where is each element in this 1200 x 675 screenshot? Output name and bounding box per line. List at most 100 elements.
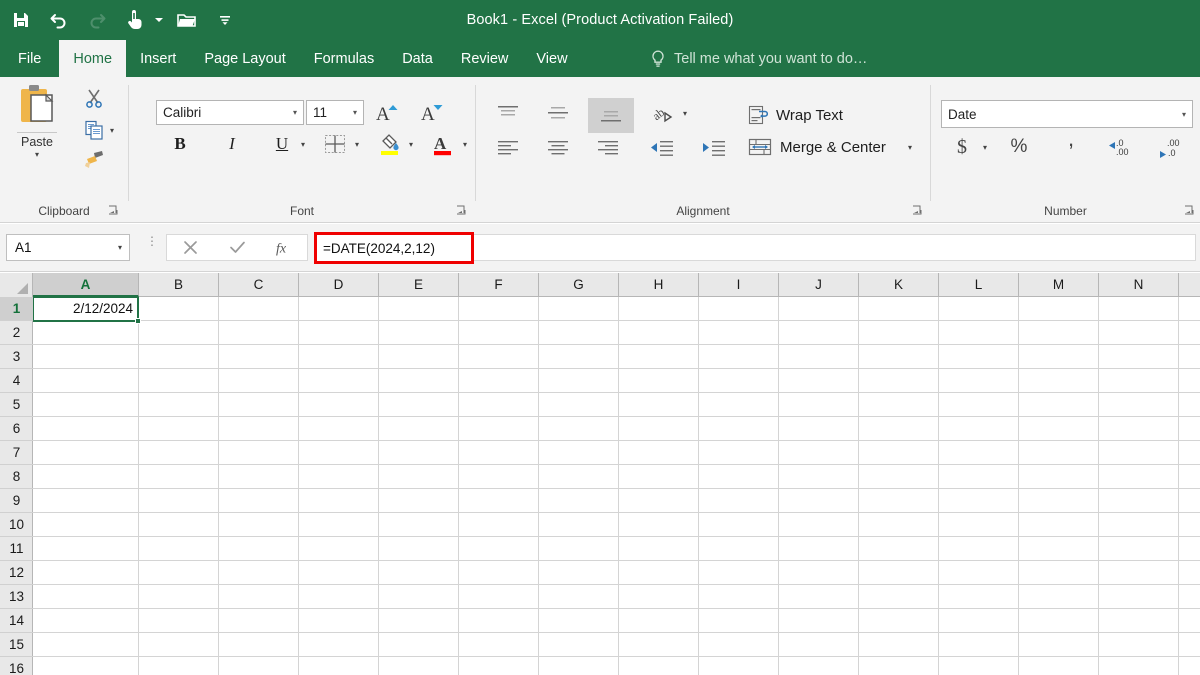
orientation-caret-icon[interactable]: ▾ bbox=[678, 98, 692, 128]
tab-review[interactable]: Review bbox=[447, 40, 523, 77]
tab-data[interactable]: Data bbox=[388, 40, 447, 77]
font-color-caret-icon[interactable]: ▾ bbox=[458, 129, 472, 159]
column-header-d[interactable]: D bbox=[299, 273, 379, 297]
tell-me-box[interactable]: Tell me what you want to do… bbox=[650, 40, 867, 77]
font-size-caret-icon[interactable]: ▾ bbox=[347, 108, 363, 117]
increase-font-size-button[interactable]: A bbox=[372, 99, 404, 127]
row-header-16[interactable]: 16 bbox=[0, 657, 33, 675]
row-header-11[interactable]: 11 bbox=[0, 537, 33, 561]
cell-area[interactable]: 2/12/2024 bbox=[33, 297, 1200, 675]
tab-file[interactable]: File bbox=[0, 40, 59, 77]
open-folder-icon[interactable] bbox=[170, 4, 204, 36]
insert-function-button[interactable]: fx bbox=[260, 235, 307, 260]
select-all-button[interactable] bbox=[0, 273, 33, 297]
row-header-12[interactable]: 12 bbox=[0, 561, 33, 585]
decrease-decimal-button[interactable]: .00.0 bbox=[1155, 132, 1191, 162]
row-header-2[interactable]: 2 bbox=[0, 321, 33, 345]
accounting-format-button[interactable]: $ bbox=[948, 132, 976, 162]
row-header-15[interactable]: 15 bbox=[0, 633, 33, 657]
row-header-9[interactable]: 9 bbox=[0, 489, 33, 513]
name-box[interactable]: A1 ▾ bbox=[6, 234, 130, 261]
alignment-dialog-launcher[interactable] bbox=[912, 205, 924, 217]
font-name-caret-icon[interactable]: ▾ bbox=[287, 108, 303, 117]
underline-caret-icon[interactable]: ▾ bbox=[296, 129, 310, 159]
borders-button[interactable] bbox=[320, 129, 350, 159]
wrap-text-button[interactable]: Wrap Text bbox=[748, 101, 902, 129]
tab-insert[interactable]: Insert bbox=[126, 40, 190, 77]
tab-view[interactable]: View bbox=[522, 40, 581, 77]
tab-home[interactable]: Home bbox=[59, 40, 127, 77]
enter-formula-button[interactable] bbox=[214, 235, 261, 260]
row-header-1[interactable]: 1 bbox=[0, 297, 33, 321]
orientation-button[interactable]: ab bbox=[648, 98, 678, 128]
underline-button[interactable]: U bbox=[268, 129, 296, 159]
column-header-l[interactable]: L bbox=[939, 273, 1019, 297]
formula-bar-grip[interactable]: ⋮ bbox=[146, 235, 158, 258]
row-header-8[interactable]: 8 bbox=[0, 465, 33, 489]
bottom-align-button[interactable] bbox=[588, 98, 634, 133]
touch-mouse-mode-icon[interactable] bbox=[118, 4, 152, 36]
cut-button[interactable] bbox=[80, 85, 108, 111]
font-color-button[interactable]: A bbox=[428, 129, 458, 159]
redo-icon[interactable] bbox=[80, 4, 114, 36]
number-format-combo[interactable]: Date ▾ bbox=[941, 100, 1193, 128]
column-header-k[interactable]: K bbox=[859, 273, 939, 297]
column-header-f[interactable]: F bbox=[459, 273, 539, 297]
copy-button[interactable] bbox=[80, 117, 108, 143]
fill-color-caret-icon[interactable]: ▾ bbox=[404, 129, 418, 159]
row-header-6[interactable]: 6 bbox=[0, 417, 33, 441]
font-name-combo[interactable]: Calibri ▾ bbox=[156, 100, 304, 125]
tab-formulas[interactable]: Formulas bbox=[300, 40, 388, 77]
align-left-button[interactable] bbox=[490, 133, 526, 163]
column-header-i[interactable]: I bbox=[699, 273, 779, 297]
formula-input[interactable]: =DATE(2024,2,12) bbox=[314, 232, 474, 264]
column-header-a[interactable]: A bbox=[33, 273, 139, 297]
undo-icon[interactable] bbox=[42, 4, 76, 36]
clipboard-dialog-launcher[interactable] bbox=[108, 205, 120, 217]
customize-quick-access-toolbar-icon[interactable] bbox=[208, 4, 242, 36]
increase-decimal-button[interactable]: .0.00 bbox=[1104, 132, 1140, 162]
save-icon[interactable] bbox=[4, 4, 38, 36]
font-dialog-launcher[interactable] bbox=[456, 205, 468, 217]
borders-caret-icon[interactable]: ▾ bbox=[350, 129, 364, 159]
column-header-g[interactable]: G bbox=[539, 273, 619, 297]
accounting-format-caret-icon[interactable]: ▾ bbox=[978, 132, 992, 162]
merge-center-caret-icon[interactable]: ▾ bbox=[902, 131, 918, 163]
middle-align-button[interactable] bbox=[540, 98, 576, 128]
row-header-4[interactable]: 4 bbox=[0, 369, 33, 393]
paste-button[interactable]: Paste ▾ bbox=[8, 83, 66, 169]
column-header-e[interactable]: E bbox=[379, 273, 459, 297]
bold-button[interactable]: B bbox=[164, 129, 196, 159]
column-header-j[interactable]: J bbox=[779, 273, 859, 297]
increase-indent-button[interactable] bbox=[696, 133, 732, 163]
touch-mouse-mode-caret-icon[interactable] bbox=[152, 4, 166, 36]
copy-caret-icon[interactable]: ▾ bbox=[105, 117, 119, 143]
comma-style-button[interactable]: , bbox=[1058, 128, 1084, 162]
decrease-font-size-button[interactable]: A bbox=[417, 99, 449, 127]
row-header-7[interactable]: 7 bbox=[0, 441, 33, 465]
column-header-b[interactable]: B bbox=[139, 273, 219, 297]
font-size-combo[interactable]: 11 ▾ bbox=[306, 100, 364, 125]
fill-handle[interactable] bbox=[135, 318, 141, 324]
row-header-14[interactable]: 14 bbox=[0, 609, 33, 633]
tab-page-layout[interactable]: Page Layout bbox=[190, 40, 299, 77]
center-button[interactable] bbox=[540, 133, 576, 163]
column-header-h[interactable]: H bbox=[619, 273, 699, 297]
row-header-5[interactable]: 5 bbox=[0, 393, 33, 417]
number-dialog-launcher[interactable] bbox=[1184, 205, 1196, 217]
align-right-button[interactable] bbox=[590, 133, 626, 163]
top-align-button[interactable] bbox=[490, 98, 526, 128]
merge-and-center-button[interactable]: Merge & Center bbox=[742, 131, 912, 163]
row-header-10[interactable]: 10 bbox=[0, 513, 33, 537]
column-header-m[interactable]: M bbox=[1019, 273, 1099, 297]
formula-bar-remainder[interactable] bbox=[474, 234, 1196, 261]
paste-caret-icon[interactable]: ▾ bbox=[35, 151, 39, 159]
cancel-formula-button[interactable] bbox=[167, 235, 214, 260]
column-header-c[interactable]: C bbox=[219, 273, 299, 297]
number-format-caret-icon[interactable]: ▾ bbox=[1176, 110, 1192, 119]
percent-style-button[interactable]: % bbox=[1004, 132, 1034, 162]
column-header-n[interactable]: N bbox=[1099, 273, 1179, 297]
format-painter-button[interactable] bbox=[80, 147, 108, 173]
row-header-13[interactable]: 13 bbox=[0, 585, 33, 609]
row-header-3[interactable]: 3 bbox=[0, 345, 33, 369]
